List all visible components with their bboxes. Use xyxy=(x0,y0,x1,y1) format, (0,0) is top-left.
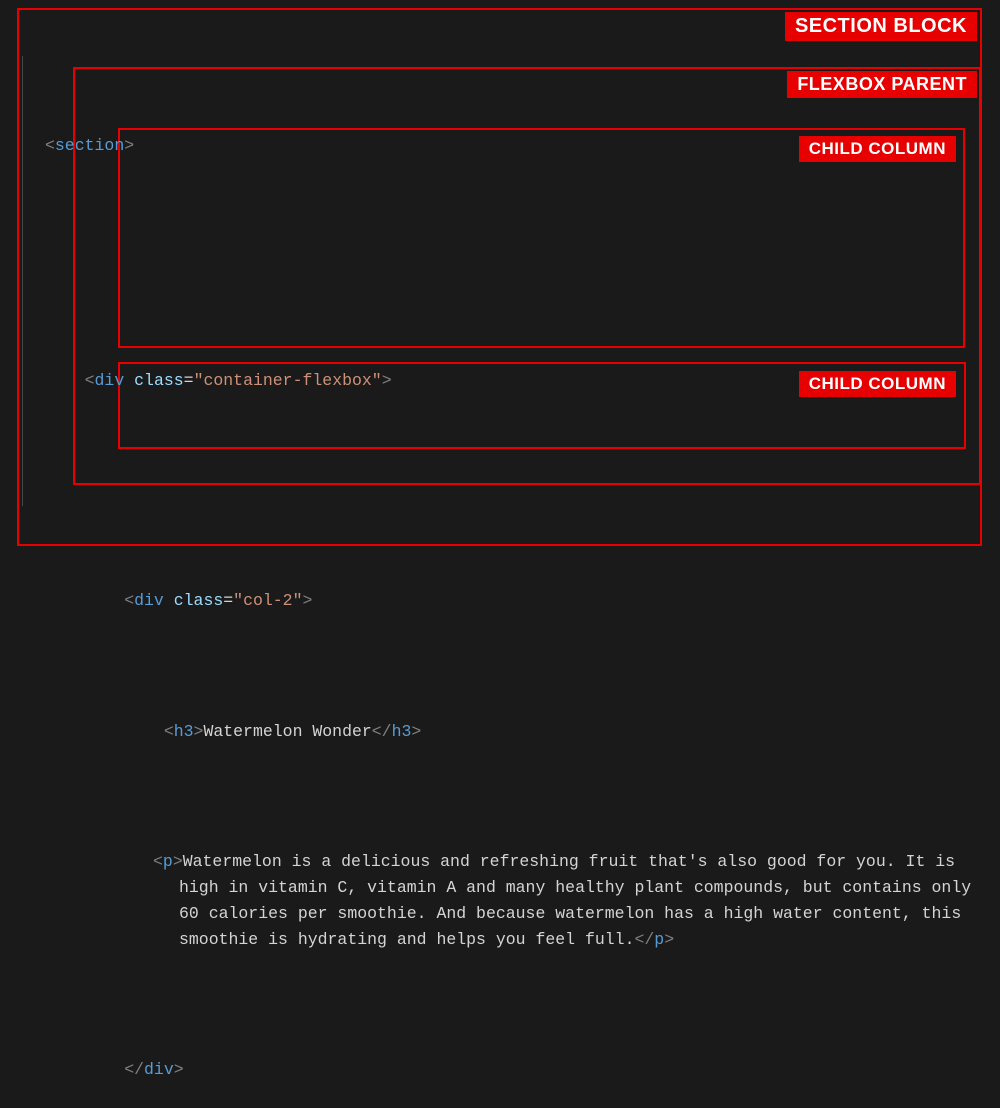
code-blank-line xyxy=(45,472,980,484)
code-line: </div> xyxy=(45,1057,980,1083)
indent-guide xyxy=(22,56,23,506)
code-line: <section> xyxy=(45,133,980,159)
code-line: <div class="container-flexbox"> xyxy=(45,368,980,394)
code-block: <section> <div class="container-flexbox"… xyxy=(45,29,980,1108)
code-line: <h3>Watermelon Wonder</h3> xyxy=(45,719,980,745)
code-line: <div class="col-2"> xyxy=(45,588,980,614)
code-paragraph: <p>Watermelon is a delicious and refresh… xyxy=(45,849,980,953)
code-blank-line xyxy=(45,238,980,264)
